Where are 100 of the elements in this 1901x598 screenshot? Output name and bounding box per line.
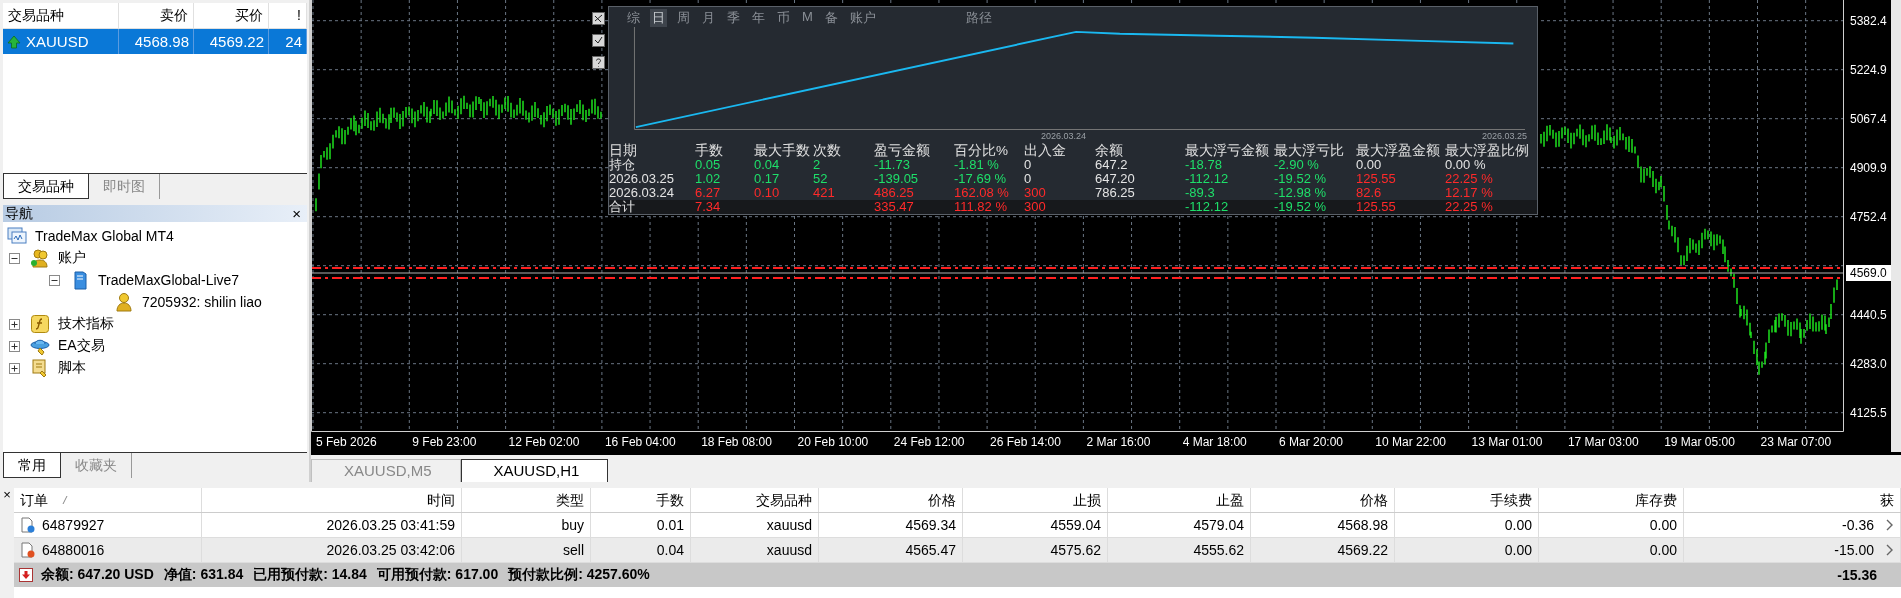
table-cell: 64879927	[42, 517, 105, 533]
column-header: 最大浮盈金额	[1356, 144, 1441, 158]
table-cell-text: 300	[1024, 200, 1047, 214]
table-cell-text: 0.05	[695, 158, 722, 172]
tree-item[interactable]: EA交易	[58, 337, 105, 355]
column-header[interactable]: 止损	[963, 488, 1108, 512]
date-label: 2026.03.24	[1041, 130, 1087, 142]
table-cell: 0.00	[1504, 542, 1532, 558]
help-icon[interactable]	[592, 56, 605, 69]
tree-item[interactable]: 7205932: shilin liao	[142, 294, 262, 310]
column-header: 最大浮亏比	[1274, 144, 1345, 158]
tool-icon[interactable]	[592, 12, 605, 25]
table-cell-text: 合计	[609, 200, 636, 214]
panel-tab[interactable]: 常用	[3, 453, 61, 478]
tool-icon[interactable]	[592, 34, 605, 47]
period-tab[interactable]: 月	[700, 9, 717, 27]
tree-item[interactable]: TradeMaxGlobal-Live7	[98, 272, 240, 288]
column-header[interactable]: 手数	[591, 488, 691, 512]
expand-icon[interactable]	[9, 318, 20, 330]
column-header[interactable]: 价格	[819, 488, 963, 512]
table-cell: buy	[561, 517, 584, 533]
close-button[interactable]: ×	[292, 205, 301, 222]
column-header[interactable]: 卖价	[119, 3, 194, 28]
period-tab[interactable]: 币	[775, 9, 792, 27]
table-cell-text: -2.90 %	[1274, 158, 1320, 172]
table-cell: 0.00	[1649, 542, 1677, 558]
period-tab[interactable]: 季	[725, 9, 742, 27]
period-tab[interactable]: 日	[650, 9, 667, 27]
table-cell: xauusd	[766, 542, 812, 558]
table-cell-text: 4569.22	[209, 32, 264, 52]
column-header: 百分比%	[954, 144, 1009, 158]
total-profit: -15.36	[1837, 567, 1877, 583]
column-header[interactable]: 订单	[14, 488, 202, 512]
column-header: 最大手数	[754, 144, 811, 158]
expand-icon[interactable]	[9, 340, 20, 352]
table-cell: 4579.04	[1193, 517, 1244, 533]
period-tab[interactable]: 账户	[847, 9, 878, 27]
table-cell: 4569.34	[905, 517, 956, 533]
price-label: 4125.5	[1850, 405, 1887, 420]
table-cell-text: 162.08 %	[954, 186, 1010, 200]
tree-item[interactable]: 技术指标	[58, 315, 114, 333]
table-cell-text: -11.73	[874, 158, 911, 172]
panel-tab[interactable]: 交易品种	[3, 174, 89, 199]
current-price-tag: 4569.0	[1846, 265, 1891, 281]
period-tab[interactable]: 年	[750, 9, 767, 27]
expand-icon[interactable]	[9, 362, 20, 374]
collapse-icon[interactable]	[9, 252, 20, 264]
column-header[interactable]: 时间	[202, 488, 462, 512]
time-label: 23 Mar 07:00	[1760, 435, 1832, 449]
tree-item[interactable]: 脚本	[58, 359, 86, 377]
table-cell-text: -139.05	[874, 172, 920, 186]
down-arrow-icon	[19, 568, 33, 582]
table-cell: 0.04	[656, 542, 684, 558]
order-row[interactable]: 64880016 2026.03.25 03:42:06 sell 0.04 xauusd 4565.47 4575.62 4555.62 4569.22 0.00 0.00 -15.00	[14, 538, 1901, 563]
column-header[interactable]: 交易品种	[3, 3, 119, 28]
up-arrow-icon	[7, 34, 21, 49]
period-tab[interactable]: 综	[625, 9, 642, 27]
tree-item[interactable]: TradeMax Global MT4	[35, 228, 174, 244]
tree-item[interactable]: 账户	[58, 249, 86, 267]
table-cell-text: 0.00	[1356, 158, 1383, 172]
price-label: 5224.9	[1850, 62, 1887, 77]
price-label: 5382.4	[1850, 13, 1887, 28]
period-tab[interactable]: 备	[822, 9, 840, 27]
table-cell: 0.00	[1649, 517, 1677, 533]
column-header[interactable]: 止盈	[1108, 488, 1251, 512]
table-cell-text: -12.98 %	[1274, 186, 1328, 200]
chevron-icon[interactable]	[1886, 544, 1894, 556]
chart-tab[interactable]: XAUUSD,H1	[460, 459, 609, 482]
route-tab[interactable]: 路径	[963, 9, 994, 27]
time-label: 19 Mar 05:00	[1664, 435, 1735, 449]
period-tab[interactable]: M	[800, 9, 815, 27]
column-header[interactable]: 类型	[462, 488, 591, 512]
table-cell-text: 2	[813, 158, 822, 172]
table-cell-text: 52	[813, 172, 829, 186]
chevron-icon[interactable]	[1886, 519, 1894, 531]
collapse-icon[interactable]	[49, 274, 60, 286]
table-cell-text: -1.81 %	[954, 158, 1000, 172]
column-header[interactable]: 价格	[1251, 488, 1395, 512]
column-header[interactable]: 买价	[194, 3, 269, 28]
column-header[interactable]: 库存费	[1539, 488, 1684, 512]
column-header[interactable]: 获	[1684, 488, 1901, 512]
column-header[interactable]: 手续费	[1395, 488, 1539, 512]
table-cell-text: -19.52 %	[1274, 172, 1328, 186]
time-label: 26 Feb 14:00	[990, 435, 1061, 449]
users-icon	[30, 248, 50, 268]
table-cell-text: -112.12	[1185, 172, 1230, 186]
table-cell-text: -19.52 %	[1274, 200, 1328, 214]
table-cell: 4559.04	[1050, 517, 1101, 533]
symbol-row[interactable]: XAUUSD 4568.98 4569.22 24	[3, 29, 307, 54]
table-cell-text: 22.25 %	[1445, 200, 1494, 214]
table-cell-text: 持仓	[609, 158, 636, 172]
table-cell-text: -18.78	[1185, 158, 1223, 172]
table-cell-text: 2026.03.24	[609, 186, 676, 200]
column-header[interactable]: !	[269, 3, 307, 28]
column-header: 日期	[609, 144, 638, 158]
table-cell-text: 0	[1024, 158, 1033, 172]
scrollbar[interactable]	[1891, 0, 1901, 452]
column-header[interactable]: 交易品种	[691, 488, 819, 512]
table-cell-text: 647.20	[1095, 172, 1136, 186]
period-tab[interactable]: 周	[675, 9, 692, 27]
